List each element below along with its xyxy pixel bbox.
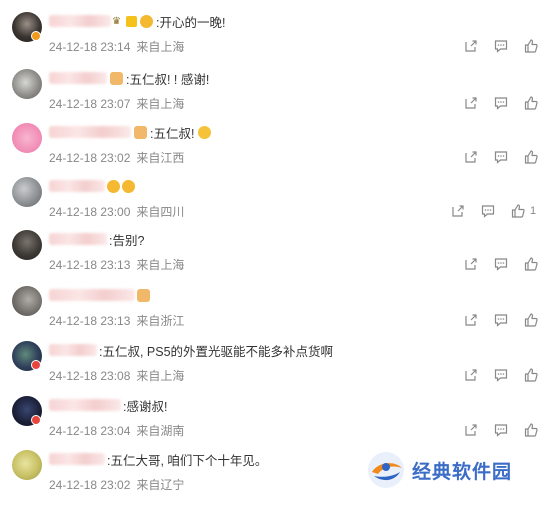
watermark-text: 经典软件园 <box>412 461 513 483</box>
comment-item: :五仁叔! ! 感谢! 24-12-18 23:07 来自上海 <box>0 69 550 125</box>
comment-location: 来自湖南 <box>136 424 185 438</box>
emoji-icon <box>137 288 150 302</box>
comment-date: 24-12-18 23:13 <box>49 314 131 328</box>
avatar[interactable] <box>12 230 42 260</box>
username-blurred[interactable] <box>49 15 111 27</box>
comment-location: 来自浙江 <box>136 314 185 328</box>
comment-item: :感谢叔! 24-12-18 23:04 来自湖南 <box>0 396 550 452</box>
comment-date: 24-12-18 23:08 <box>49 369 131 383</box>
crying-emoji-icon <box>198 125 212 139</box>
avatar[interactable] <box>12 286 42 316</box>
avatar[interactable] <box>12 450 42 480</box>
share-icon[interactable] <box>451 204 465 218</box>
comment-item: 24-12-18 23:13 来自浙江 <box>0 286 550 342</box>
comment-text: :五仁叔! ! 感谢! <box>126 72 210 87</box>
thumbs-up-icon[interactable] <box>524 368 538 382</box>
thumbs-up-icon[interactable] <box>524 150 538 164</box>
comment-location: 来自上海 <box>136 369 185 383</box>
comment-date: 24-12-18 23:04 <box>49 424 131 438</box>
comment-icon[interactable] <box>494 96 508 110</box>
thumbs-up-icon[interactable] <box>524 257 538 271</box>
comment-location: 来自上海 <box>136 258 185 272</box>
comment-date: 24-12-18 23:07 <box>49 97 131 111</box>
username-blurred[interactable] <box>49 399 121 411</box>
comment-item: :告别? 24-12-18 23:13 来自上海 <box>0 230 550 286</box>
comment-date: 24-12-18 23:02 <box>49 151 131 165</box>
site-logo-icon <box>368 452 404 488</box>
thumbs-up-icon[interactable] <box>511 204 525 218</box>
comment-icon[interactable] <box>494 150 508 164</box>
comment-date: 24-12-18 23:14 <box>49 40 131 54</box>
verified-badge-icon <box>31 360 41 370</box>
comment-icon[interactable] <box>494 257 508 271</box>
comment-text: :五仁大哥, 咱们下个十年见。 <box>107 453 268 468</box>
like-count: 1 <box>530 205 537 217</box>
share-icon[interactable] <box>464 313 478 327</box>
comment-icon[interactable] <box>481 204 495 218</box>
comment-location: 来自辽宁 <box>136 478 185 492</box>
emoji-icon <box>107 179 120 193</box>
comment-text: :感谢叔! <box>123 399 168 414</box>
username-blurred[interactable] <box>49 180 105 192</box>
comment-date: 24-12-18 23:00 <box>49 205 131 219</box>
emoji-icon <box>140 14 153 28</box>
thumbs-up-icon[interactable] <box>524 313 538 327</box>
comment-item: 24-12-18 23:00 来自四川 1 <box>0 177 550 233</box>
avatar[interactable] <box>12 69 42 99</box>
username-blurred[interactable] <box>49 233 107 245</box>
username-blurred[interactable] <box>49 126 131 138</box>
username-blurred[interactable] <box>49 289 135 301</box>
share-icon[interactable] <box>464 368 478 382</box>
share-icon[interactable] <box>464 39 478 53</box>
comment-icon[interactable] <box>494 368 508 382</box>
verified-badge-icon <box>31 415 41 425</box>
comment-text: :五仁叔! <box>150 126 195 141</box>
username-blurred[interactable] <box>49 453 105 465</box>
share-icon[interactable] <box>464 423 478 437</box>
comment-date: 24-12-18 23:02 <box>49 478 131 492</box>
comment-icon[interactable] <box>494 423 508 437</box>
crown-icon: ♛ <box>112 15 121 27</box>
comment-location: 来自江西 <box>136 151 185 165</box>
thumbs-up-icon[interactable] <box>524 96 538 110</box>
username-blurred[interactable] <box>49 344 97 356</box>
comment-text: :开心的一晚! <box>156 15 226 30</box>
username-blurred[interactable] <box>49 72 107 84</box>
emoji-icon <box>110 71 123 85</box>
comment-icon[interactable] <box>494 313 508 327</box>
verified-badge-icon <box>31 31 41 41</box>
comment-location: 来自四川 <box>136 205 185 219</box>
comment-date: 24-12-18 23:13 <box>49 258 131 272</box>
avatar[interactable] <box>12 177 42 207</box>
share-icon[interactable] <box>464 150 478 164</box>
share-icon[interactable] <box>464 96 478 110</box>
avatar[interactable] <box>12 123 42 153</box>
comment-item: ♛ :开心的一晚! 24-12-18 23:14 来自上海 <box>0 12 550 68</box>
comment-icon[interactable] <box>494 39 508 53</box>
thumbs-up-icon[interactable] <box>524 423 538 437</box>
share-icon[interactable] <box>464 257 478 271</box>
comment-text: :五仁叔, PS5的外置光驱能不能多补点货啊 <box>99 344 334 359</box>
comment-item: :五仁叔, PS5的外置光驱能不能多补点货啊 24-12-18 23:08 来自上… <box>0 341 550 397</box>
site-watermark: 经典软件园 <box>366 448 536 492</box>
comment-item: :五仁叔! 24-12-18 23:02 来自江西 <box>0 123 550 179</box>
emoji-icon <box>134 125 147 139</box>
fan-badge-icon <box>126 15 137 27</box>
comment-location: 来自上海 <box>136 40 185 54</box>
comment-location: 来自上海 <box>136 97 185 111</box>
emoji-icon <box>122 179 135 193</box>
comment-text: :告别? <box>109 233 145 248</box>
thumbs-up-icon[interactable] <box>524 39 538 53</box>
